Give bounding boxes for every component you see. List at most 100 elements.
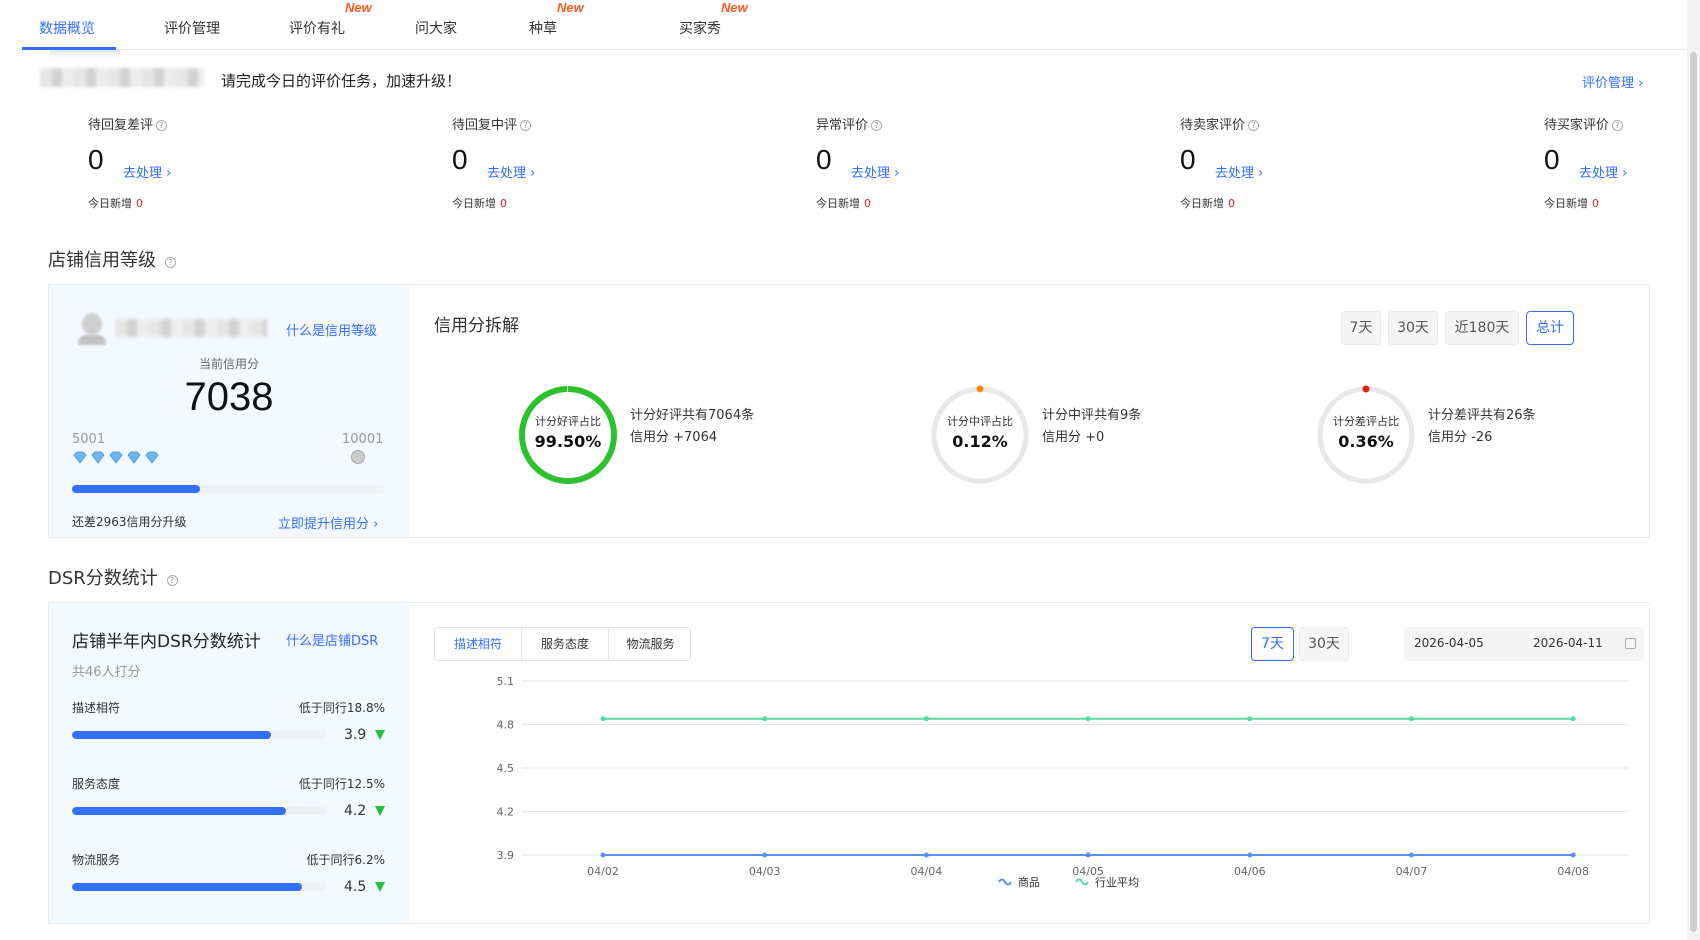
help-icon[interactable]: ? (156, 120, 168, 131)
dsr-line-chart: 5.14.84.54.23.904/02 04/03 04/04 04/05 04/06… (497, 675, 1629, 889)
y-tick-label: 3.9 (497, 849, 515, 862)
y-tick-label: 5.1 (497, 675, 515, 688)
help-icon[interactable]: ? (871, 120, 883, 131)
data-point[interactable] (923, 716, 929, 722)
legend-label[interactable]: 商品 (1018, 875, 1040, 889)
what-is-dsr-link[interactable]: 什么是店铺DSR (286, 630, 378, 649)
tab-label: 种草 (529, 21, 557, 37)
tab-review-gift[interactable]: 评价有礼 New (289, 0, 372, 50)
process-link[interactable]: 去处理 › (1215, 162, 1263, 181)
calendar-icon[interactable] (1625, 638, 1636, 649)
help-icon[interactable]: ? (1612, 120, 1624, 131)
dsr-range-button[interactable]: 7天 (1251, 627, 1294, 661)
data-point[interactable] (1247, 716, 1253, 722)
dsr-bar-track (72, 883, 327, 891)
data-point[interactable] (600, 852, 606, 858)
dsr-item-label: 物流服务 (72, 853, 121, 867)
tab-label: 买家秀 (679, 21, 721, 37)
tab-review-manage[interactable]: 评价管理 (164, 0, 220, 50)
credit-card: 什么是信用等级 当前信用分 7038 5001 10001 还差2963信用分升… (49, 285, 409, 537)
ring-title: 计分好评占比 (535, 415, 601, 428)
data-point[interactable] (1085, 852, 1091, 858)
stat-label-text: 待回复差评 (88, 118, 154, 133)
dsr-seg-tab[interactable]: 服务态度 (522, 628, 609, 660)
process-link[interactable]: 去处理 › (487, 162, 535, 181)
date-range-picker[interactable]: 2026-04-05 2026-04-11 (1404, 627, 1644, 661)
date-start: 2026-04-05 (1414, 636, 1484, 650)
process-link[interactable]: 去处理 › (123, 162, 171, 181)
tab-seeding[interactable]: 种草 New (529, 0, 584, 50)
what-is-credit-link[interactable]: 什么是信用等级 (286, 320, 377, 339)
scrollbar-thumb[interactable] (1690, 52, 1697, 932)
ring-dot (976, 385, 984, 393)
process-link[interactable]: 去处理 › (1579, 162, 1627, 181)
ring-title: 计分中评占比 (947, 415, 1013, 428)
data-point[interactable] (1247, 852, 1253, 858)
credit-score: 7038 (184, 375, 274, 419)
data-point[interactable] (762, 852, 768, 858)
tab-label: 评价管理 (164, 21, 220, 37)
dsr-card-title: 店铺半年内DSR分数统计 (72, 632, 261, 652)
stat-count: 0 (452, 144, 468, 175)
ring-dot (1362, 385, 1370, 393)
help-icon[interactable]: ? (164, 257, 176, 268)
legend-label[interactable]: 行业平均 (1095, 876, 1139, 889)
new-badge: New (721, 0, 748, 15)
range-button[interactable]: 总计 (1526, 311, 1574, 345)
ring-count: 计分中评共有9条 (1042, 408, 1142, 423)
down-arrow-icon (375, 882, 385, 892)
dsr-item-label: 描述相符 (72, 701, 121, 715)
date-end: 2026-04-11 (1533, 636, 1603, 650)
stat-label: 待回复中评? (452, 114, 532, 133)
dsr-item-score: 3.9 (344, 727, 367, 743)
today-new: 今日新增 0 (1180, 195, 1235, 211)
data-point[interactable] (1570, 716, 1576, 722)
data-point[interactable] (1409, 852, 1414, 858)
today-new-label: 今日新增 (88, 197, 132, 210)
tab-label: 问大家 (415, 21, 457, 37)
today-new-label: 今日新增 (1180, 197, 1224, 210)
ring-score: 信用分 -26 (1428, 430, 1493, 445)
data-point[interactable] (600, 716, 606, 722)
credit-min: 5001 (72, 432, 106, 447)
dsr-range-button[interactable]: 30天 (1299, 627, 1349, 661)
today-new-value: 0 (500, 197, 507, 210)
data-point[interactable] (923, 852, 929, 858)
process-link[interactable]: 去处理 › (851, 162, 899, 181)
data-point[interactable] (762, 716, 768, 722)
breakdown-title: 信用分拆解 (434, 316, 519, 336)
dsr-seg-tab[interactable]: 描述相符 (435, 628, 522, 660)
data-point[interactable] (1570, 852, 1576, 858)
dsr-seg-tabs: 描述相符 服务态度 物流服务 (434, 627, 691, 661)
range-button[interactable]: 7天 (1341, 311, 1381, 345)
help-icon[interactable]: ? (520, 120, 532, 131)
tab-buyer-show[interactable]: 买家秀 New (679, 0, 748, 50)
tab-ask-all[interactable]: 问大家 (415, 0, 457, 50)
data-point[interactable] (1085, 716, 1091, 722)
dsr-bar-fill (72, 807, 287, 815)
dsr-seg-tab[interactable]: 物流服务 (609, 628, 690, 660)
stat-count: 0 (816, 144, 832, 175)
ring-score: 信用分 +0 (1042, 430, 1105, 445)
help-icon[interactable]: ? (1248, 120, 1260, 131)
review-manage-link[interactable]: 评价管理 › (1582, 72, 1643, 91)
dsr-item-score: 4.5 (344, 879, 367, 895)
dsr-item-score: 4.2 (344, 803, 367, 819)
ring-center: 计分差评占比 0.36% (1316, 413, 1416, 451)
x-tick-label: 04/06 (1234, 865, 1266, 878)
stat-label: 待回复差评? (88, 114, 168, 133)
tab-data-overview[interactable]: 数据概览 (39, 0, 95, 50)
upgrade-credit-link[interactable]: 立即提升信用分 › (278, 513, 378, 532)
blurred-shop-name (115, 319, 267, 337)
section-title-text: 店铺信用等级 (48, 250, 156, 271)
vertical-scrollbar[interactable] (1687, 0, 1700, 940)
range-button[interactable]: 近180天 (1445, 311, 1519, 345)
range-button[interactable]: 30天 (1388, 311, 1438, 345)
today-new: 今日新增 0 (452, 195, 507, 211)
data-point[interactable] (1409, 716, 1414, 722)
ring-score: 信用分 +7064 (630, 430, 718, 445)
new-badge: New (345, 0, 372, 15)
help-icon[interactable]: ? (166, 575, 178, 586)
ring-percentage: 0.12% (952, 432, 1008, 451)
stat-label: 待买家评价? (1544, 114, 1624, 133)
